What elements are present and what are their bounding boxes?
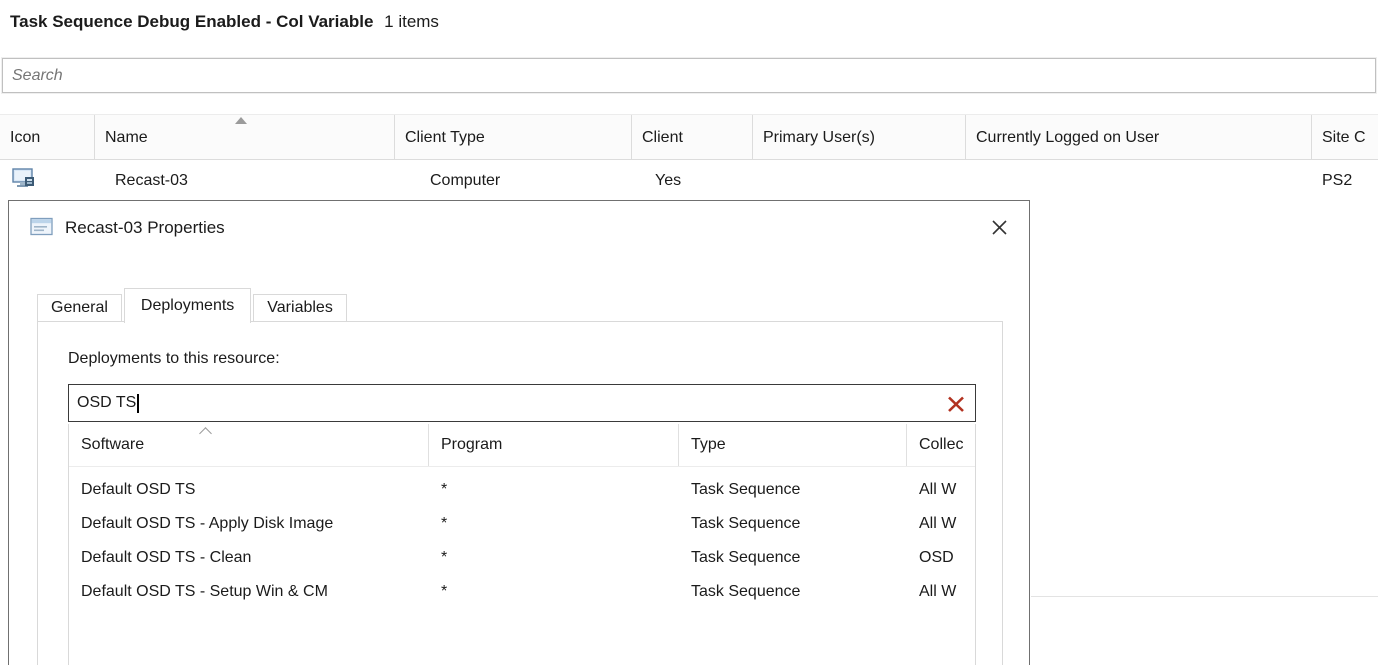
- deployment-software-cell: Default OSD TS - Setup Win & CM: [69, 575, 429, 609]
- page-title: Task Sequence Debug Enabled - Col Variab…: [10, 12, 439, 32]
- tab-variables[interactable]: Variables: [253, 294, 347, 321]
- search-input[interactable]: Search: [2, 58, 1376, 93]
- close-icon[interactable]: [983, 211, 1015, 243]
- device-client-cell: Yes: [632, 172, 753, 190]
- deployment-type-cell: Task Sequence: [679, 575, 907, 609]
- column-header-icon[interactable]: Icon: [0, 115, 95, 159]
- dialog-tabs: General Deployments Variables: [37, 288, 347, 321]
- deployment-software-cell: Default OSD TS - Apply Disk Image: [69, 507, 429, 541]
- deployment-row[interactable]: Default OSD TS - Apply Disk Image * Task…: [69, 507, 975, 541]
- deployment-program-cell: *: [429, 473, 679, 507]
- text-caret: [137, 394, 139, 413]
- deployments-section-label: Deployments to this resource:: [68, 350, 280, 368]
- deployments-table-body: Default OSD TS * Task Sequence All W Def…: [69, 467, 975, 609]
- deployment-row[interactable]: Default OSD TS * Task Sequence All W: [69, 473, 975, 507]
- deployment-type-cell: Task Sequence: [679, 507, 907, 541]
- search-placeholder: Search: [12, 67, 63, 85]
- column-header-primary-users[interactable]: Primary User(s): [753, 115, 966, 159]
- deployment-type-cell: Task Sequence: [679, 473, 907, 507]
- deployment-collection-cell: All W: [907, 575, 975, 609]
- deployment-program-cell: *: [429, 507, 679, 541]
- deployment-program-cell: *: [429, 575, 679, 609]
- deployments-tab-panel: Deployments to this resource: OSD TS Sof…: [37, 321, 1003, 665]
- deployment-collection-cell: All W: [907, 507, 975, 541]
- deployment-program-cell: *: [429, 541, 679, 575]
- dialog-titlebar: Recast-03 Properties: [9, 201, 1029, 257]
- deployment-software-cell: Default OSD TS - Clean: [69, 541, 429, 575]
- column-header-site-code[interactable]: Site C: [1312, 115, 1378, 159]
- dialog-title: Recast-03 Properties: [65, 218, 225, 238]
- column-header-logged-on-user[interactable]: Currently Logged on User: [966, 115, 1312, 159]
- column-header-type[interactable]: Type: [679, 424, 907, 466]
- page-items-count: 1 items: [384, 12, 439, 31]
- page-title-text: Task Sequence Debug Enabled - Col Variab…: [10, 12, 373, 31]
- deployment-row[interactable]: Default OSD TS - Clean * Task Sequence O…: [69, 541, 975, 575]
- device-site-code-cell: PS2: [1312, 172, 1378, 190]
- properties-dialog: Recast-03 Properties General Deployments…: [8, 200, 1030, 665]
- deployment-type-cell: Task Sequence: [679, 541, 907, 575]
- console-screen: Task Sequence Debug Enabled - Col Variab…: [0, 0, 1378, 665]
- deployment-row[interactable]: Default OSD TS - Setup Win & CM * Task S…: [69, 575, 975, 609]
- device-row[interactable]: Recast-03 Computer Yes PS2: [0, 160, 1378, 201]
- deployment-software-cell: Default OSD TS: [69, 473, 429, 507]
- computer-icon: [0, 168, 95, 194]
- deployment-filter-value: OSD TS: [77, 394, 136, 412]
- column-header-client[interactable]: Client: [632, 115, 753, 159]
- column-header-client-type[interactable]: Client Type: [395, 115, 632, 159]
- tab-deployments[interactable]: Deployments: [124, 288, 251, 323]
- properties-window-icon: [30, 217, 54, 242]
- sort-ascending-icon: [199, 427, 212, 440]
- clear-filter-icon[interactable]: [946, 394, 966, 414]
- column-header-collection[interactable]: Collec: [907, 424, 975, 466]
- device-name-cell: Recast-03: [95, 172, 395, 190]
- sort-ascending-icon: [235, 117, 247, 124]
- tab-general[interactable]: General: [37, 294, 122, 321]
- deployments-table-header: Software Program Type Collec: [69, 424, 975, 467]
- list-separator-line: [1031, 596, 1378, 597]
- device-client-type-cell: Computer: [395, 172, 632, 190]
- column-header-software[interactable]: Software: [69, 424, 429, 466]
- deployments-table: Software Program Type Collec Default OSD…: [68, 424, 976, 665]
- deployment-filter-input[interactable]: OSD TS: [68, 384, 976, 422]
- column-header-name[interactable]: Name: [95, 115, 395, 159]
- column-header-program[interactable]: Program: [429, 424, 679, 466]
- deployment-collection-cell: All W: [907, 473, 975, 507]
- device-list-header: Icon Name Client Type Client Primary Use…: [0, 114, 1378, 160]
- deployment-collection-cell: OSD: [907, 541, 975, 575]
